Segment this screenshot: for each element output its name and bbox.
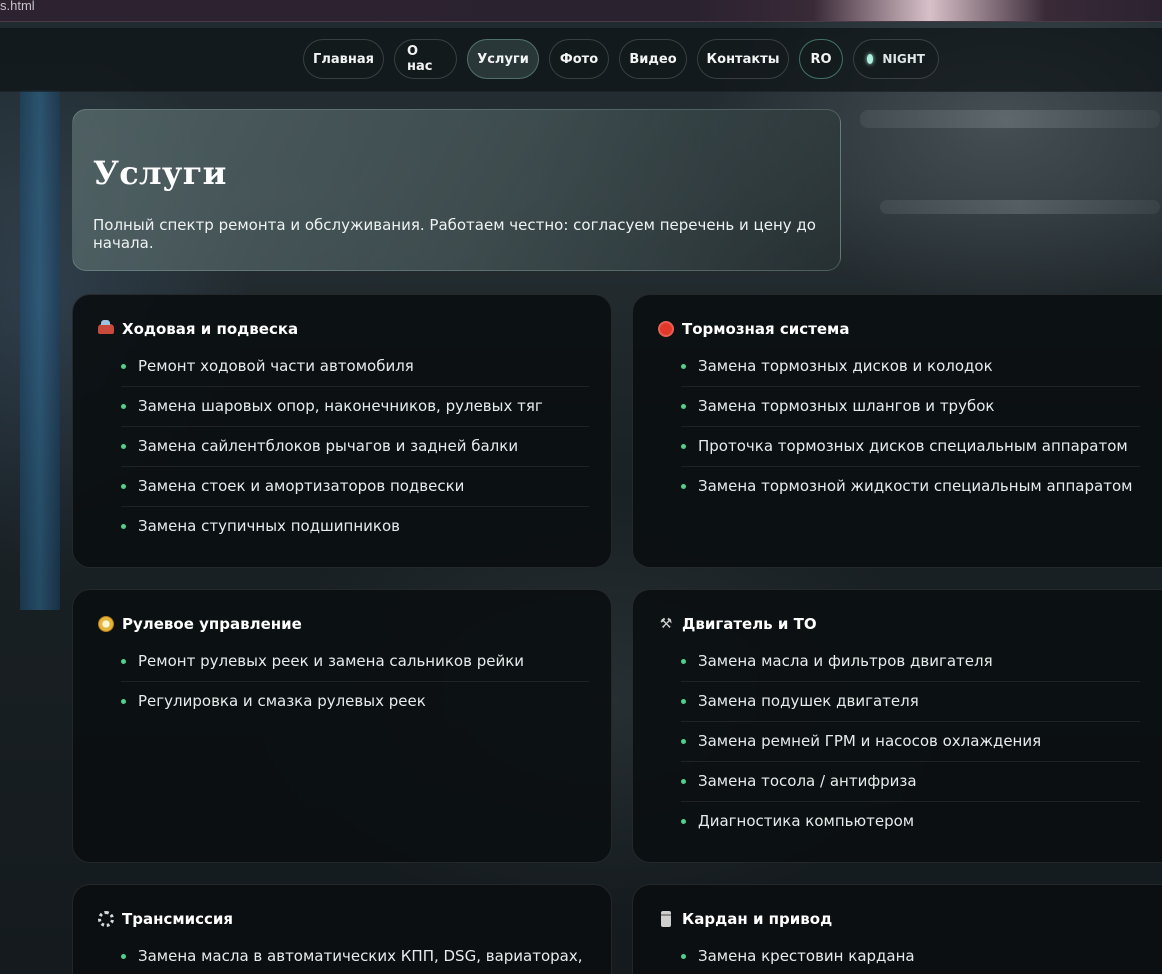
nav-item-video[interactable]: Видео (619, 39, 687, 79)
service-item: Замена подушек двигателя (681, 682, 1140, 722)
nav-item-contacts[interactable]: Контакты (697, 39, 789, 79)
service-list: Ремонт ходовой части автомобиля Замена ш… (121, 347, 589, 547)
card-header: Трансмиссия (97, 909, 589, 929)
card-title: Трансмиссия (122, 910, 234, 928)
gear-icon (97, 910, 115, 928)
background-pipe (860, 110, 1160, 128)
service-item: Замена сайлентблоков рычагов и задней ба… (121, 427, 589, 467)
site-navbar: Главная О нас Услуги Фото Видео Контакты… (0, 28, 1162, 92)
background-lift-column (20, 90, 60, 610)
compass-icon (97, 615, 115, 633)
service-item: Замена тормозных дисков и колодок (681, 347, 1140, 387)
background-pipe (880, 200, 1160, 214)
service-card-transmission: Трансмиссия Замена масла в автоматически… (72, 884, 612, 974)
card-title: Кардан и привод (682, 910, 833, 928)
page-title: Услуги (93, 154, 227, 192)
service-item: Проточка тормозных дисков специальным ап… (681, 427, 1140, 467)
theme-indicator-icon (867, 54, 874, 64)
service-card-steering: Рулевое управление Ремонт рулевых реек и… (72, 589, 612, 863)
service-item: Замена масла и фильтров двигателя (681, 642, 1140, 682)
card-header: Кардан и привод (657, 909, 1140, 929)
stop-sign-icon (657, 320, 675, 338)
card-title: Ходовая и подвеска (122, 320, 299, 338)
hero-panel: Услуги Полный спектр ремонта и обслужива… (72, 109, 841, 271)
language-button[interactable]: RO (799, 39, 843, 79)
nav-item-services[interactable]: Услуги (467, 39, 539, 79)
service-list: Замена тормозных дисков и колодок Замена… (681, 347, 1140, 507)
service-item: Замена стоек и амортизаторов подвески (121, 467, 589, 507)
service-item: Регулировка и смазка рулевых реек (121, 682, 589, 722)
nav-item-home[interactable]: Главная (303, 39, 384, 79)
theme-label: NIGHT (882, 52, 925, 66)
card-title: Рулевое управление (122, 615, 302, 633)
card-header: Ходовая и подвеска (97, 319, 589, 339)
card-header: Тормозная система (657, 319, 1140, 339)
theme-toggle-button[interactable]: NIGHT (853, 39, 939, 79)
bolt-icon (657, 910, 675, 928)
service-item: Замена крестовин кардана (681, 937, 1140, 974)
service-item: Замена тормозных шлангов и трубок (681, 387, 1140, 427)
card-header: ⚒ Двигатель и ТО (657, 614, 1140, 634)
service-card-suspension: Ходовая и подвеска Ремонт ходовой части … (72, 294, 612, 568)
service-item: Замена шаровых опор, наконечников, рулев… (121, 387, 589, 427)
nav-item-about[interactable]: О нас (394, 39, 457, 79)
url-fragment: s.html (0, 0, 35, 13)
service-list: Замена масла и фильтров двигателя Замена… (681, 642, 1140, 842)
service-item: Замена масла в автоматических КПП, DSG, … (121, 937, 589, 974)
tools-icon: ⚒ (659, 616, 673, 632)
car-icon (97, 320, 115, 338)
browser-top-bar: s.html (0, 0, 1162, 22)
card-header: Рулевое управление (97, 614, 589, 634)
service-item: Замена тосола / антифриза (681, 762, 1140, 802)
card-title: Тормозная система (682, 320, 850, 338)
service-item: Ремонт рулевых реек и замена сальников р… (121, 642, 589, 682)
page: s.html Главная О нас Услуги Фото Видео К… (0, 0, 1162, 974)
service-item: Диагностика компьютером (681, 802, 1140, 842)
nav-item-photo[interactable]: Фото (549, 39, 609, 79)
card-title: Двигатель и ТО (682, 615, 817, 633)
service-item: Замена ступичных подшипников (121, 507, 589, 547)
service-list: Замена крестовин кардана (681, 937, 1140, 974)
service-card-brakes: Тормозная система Замена тормозных диско… (632, 294, 1162, 568)
service-card-engine: ⚒ Двигатель и ТО Замена масла и фильтров… (632, 589, 1162, 863)
page-subtitle: Полный спектр ремонта и обслуживания. Ра… (93, 216, 816, 252)
service-item: Замена тормозной жидкости специальным ап… (681, 467, 1140, 507)
service-item: Ремонт ходовой части автомобиля (121, 347, 589, 387)
service-list: Замена масла в автоматических КПП, DSG, … (121, 937, 589, 974)
service-card-driveshaft: Кардан и привод Замена крестовин кардана (632, 884, 1162, 974)
service-list: Ремонт рулевых реек и замена сальников р… (121, 642, 589, 722)
nav-list: Главная О нас Услуги Фото Видео Контакты… (303, 39, 939, 79)
service-item: Замена ремней ГРМ и насосов охлаждения (681, 722, 1140, 762)
